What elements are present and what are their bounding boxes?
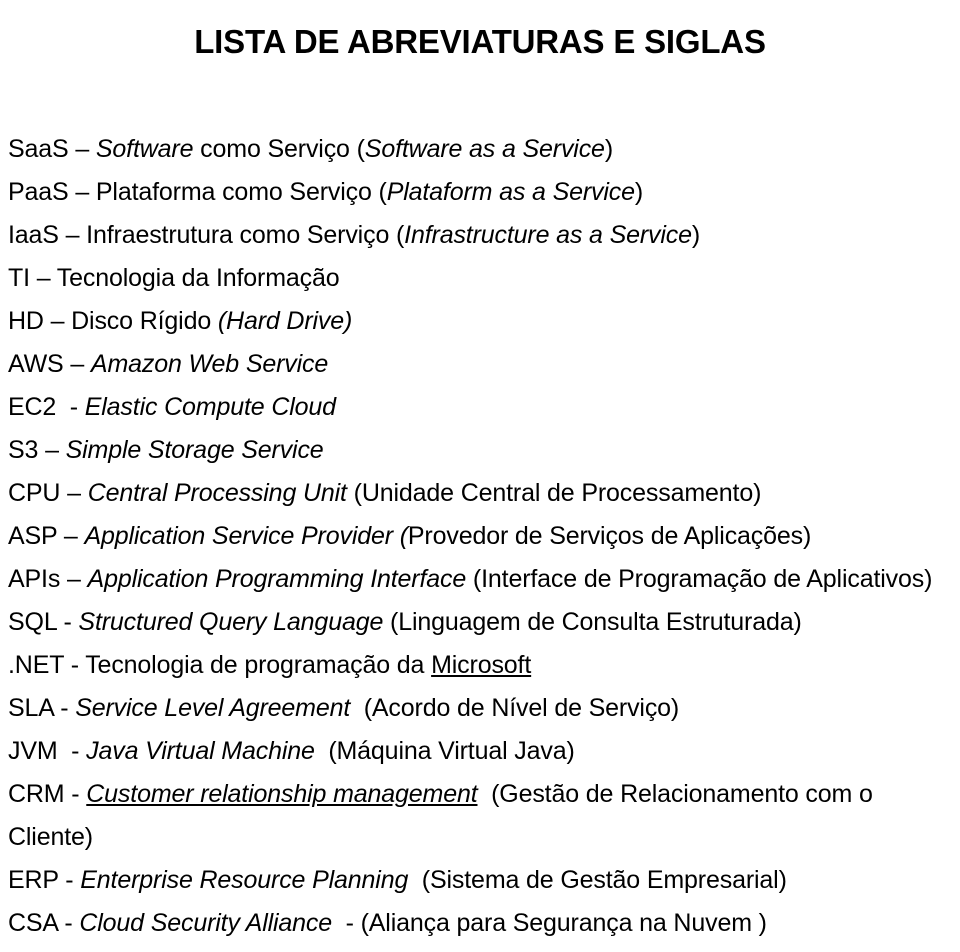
abbreviation-text-segment: Structured Query Language: [78, 608, 384, 636]
abbreviation-text-segment: (Unidade Central de Processamento): [346, 479, 762, 507]
abbreviation-text-segment: S3 –: [8, 436, 66, 464]
abbreviation-text-segment: Infrastructure as a Service: [404, 221, 692, 249]
abbreviation-text-segment: IaaS – Infraestrutura como Serviço (: [8, 221, 405, 249]
abbreviation-text-segment: SQL -: [8, 608, 79, 636]
abbreviation-text-segment: (Acordo de Nível de Serviço): [350, 694, 680, 722]
abbreviation-text-segment: ERP -: [8, 866, 81, 894]
abbreviation-text-segment: Plataform as a Service: [386, 178, 635, 206]
abbreviation-text-segment: ASP –: [8, 522, 85, 550]
abbreviation-text-segment: (Máquina Virtual Java): [314, 737, 575, 765]
abbreviation-text-segment: AWS –: [8, 350, 91, 378]
abbreviation-entry: EC2 - Elastic Compute Cloud: [8, 386, 958, 429]
abbreviation-text-segment: (Interface de Programação de Aplicativos…: [466, 565, 933, 593]
abbreviation-text-segment: .NET - Tecnologia de programação da: [8, 651, 432, 679]
abbreviation-text-segment: (Hard Drive): [217, 307, 353, 335]
abbreviation-text-segment: Customer relationship management: [86, 780, 478, 808]
page-title: LISTA DE ABREVIATURAS E SIGLAS: [194, 23, 766, 61]
abbreviation-text-segment: APIs –: [8, 565, 88, 593]
abbreviation-list: SaaS – Software como Serviço (Software a…: [8, 128, 958, 945]
abbreviation-entry: JVM - Java Virtual Machine (Máquina Virt…: [8, 730, 958, 773]
abbreviation-text-segment: PaaS – Plataforma como Serviço (: [8, 178, 387, 206]
abbreviation-entry: Cliente): [8, 816, 958, 859]
abbreviation-entry: CPU – Central Processing Unit (Unidade C…: [8, 472, 958, 515]
abbreviation-text-segment: CSA -: [8, 909, 80, 937]
abbreviation-entry: IaaS – Infraestrutura como Serviço (Infr…: [8, 214, 958, 257]
abbreviation-text-segment: TI – Tecnologia da Informação: [8, 264, 340, 292]
abbreviation-text-segment: Central Processing Unit: [87, 479, 347, 507]
abbreviation-text-segment: Provedor de Serviços de Aplicações): [407, 522, 812, 550]
abbreviation-text-segment: HD – Disco Rígido: [8, 307, 218, 335]
abbreviation-text-segment: Software as a Service: [364, 135, 605, 163]
abbreviation-text-segment: Cloud Security Alliance: [79, 909, 333, 937]
abbreviation-text-segment: Application Programming Interface: [87, 565, 467, 593]
abbreviation-text-segment: CPU –: [8, 479, 88, 507]
abbreviation-text-segment: JVM -: [8, 737, 87, 765]
abbreviation-entry: SLA - Service Level Agreement (Acordo de…: [8, 687, 958, 730]
abbreviation-text-segment: EC2 -: [8, 393, 85, 421]
abbreviation-text-segment: como Serviço (: [193, 135, 365, 163]
abbreviation-text-segment: Cliente): [8, 823, 93, 851]
document-page: LISTA DE ABREVIATURAS E SIGLAS SaaS – So…: [0, 0, 960, 952]
abbreviation-text-segment: Software: [95, 135, 194, 163]
abbreviation-text-segment: Elastic Compute Cloud: [84, 393, 336, 421]
abbreviation-text-segment: - (Aliança para Segurança na Nuvem ): [332, 909, 767, 937]
abbreviation-entry: S3 – Simple Storage Service: [8, 429, 958, 472]
abbreviation-text-segment: Java Virtual Machine: [86, 737, 315, 765]
abbreviation-text-segment: ): [604, 135, 613, 163]
abbreviation-entry: TI – Tecnologia da Informação: [8, 257, 958, 300]
abbreviation-entry: .NET - Tecnologia de programação da Micr…: [8, 644, 958, 687]
abbreviation-entry: SQL - Structured Query Language (Linguag…: [8, 601, 958, 644]
abbreviation-text-segment: Amazon Web Service: [90, 350, 329, 378]
abbreviation-text-segment: CRM -: [8, 780, 87, 808]
abbreviation-text-segment: Enterprise Resource Planning: [80, 866, 409, 894]
abbreviation-text-segment: (Gestão de Relacionamento com o: [477, 780, 873, 808]
abbreviation-text-segment: ): [634, 178, 644, 206]
abbreviation-entry: ERP - Enterprise Resource Planning (Sist…: [8, 859, 958, 902]
abbreviation-text-segment: Service Level Agreement: [75, 694, 351, 722]
abbreviation-text-segment: ): [691, 221, 701, 249]
abbreviation-entry: CSA - Cloud Security Alliance - (Aliança…: [8, 902, 958, 945]
abbreviation-entry: SaaS – Software como Serviço (Software a…: [8, 128, 958, 171]
abbreviation-text-segment: Microsoft: [431, 651, 532, 679]
abbreviation-text-segment: Simple Storage Service: [65, 436, 324, 464]
abbreviation-entry: PaaS – Plataforma como Serviço (Platafor…: [8, 171, 958, 214]
abbreviation-entry: ASP – Application Service Provider (Prov…: [8, 515, 958, 558]
abbreviation-text-segment: (Sistema de Gestão Empresarial): [408, 866, 787, 894]
abbreviation-entry: AWS – Amazon Web Service: [8, 343, 958, 386]
abbreviation-text-segment: SaaS –: [8, 135, 96, 163]
abbreviation-entry: APIs – Application Programming Interface…: [8, 558, 958, 601]
abbreviation-text-segment: SLA -: [8, 694, 76, 722]
abbreviation-entry: HD – Disco Rígido (Hard Drive): [8, 300, 958, 343]
abbreviation-entry: CRM - Customer relationship management (…: [8, 773, 958, 816]
abbreviation-text-segment: (Linguagem de Consulta Estruturada): [383, 608, 802, 636]
abbreviation-text-segment: Application Service Provider (: [84, 522, 408, 550]
